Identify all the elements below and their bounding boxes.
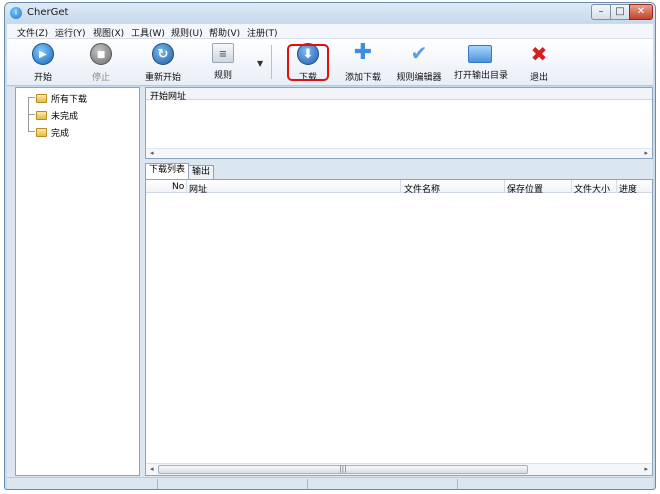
toolbar-separator (271, 45, 272, 79)
download-highlight-annotation (287, 44, 329, 81)
restart-button[interactable]: ↻ 重新开始 (138, 43, 188, 83)
exit-button[interactable]: ✖ 退出 (514, 43, 564, 83)
close-button[interactable]: ✕ (629, 4, 653, 20)
start-url-header-label: 开始网址 (150, 92, 187, 102)
category-tree: 所有下载 未完成 完成 (15, 87, 140, 476)
column-file-name[interactable]: 文件名称 (404, 182, 440, 195)
folder-icon (468, 45, 492, 63)
scrollbar-grip-icon: ||| (339, 465, 347, 473)
add-download-button-label: 添加下载 (344, 73, 381, 83)
checkmark-icon: ✔ (410, 41, 428, 65)
scroll-right-arrow-icon[interactable]: ▸ (644, 465, 648, 473)
rule-button-label: 规则 (213, 71, 232, 81)
download-list-hscrollbar[interactable]: ◂ ||| ▸ (146, 463, 652, 475)
menu-help[interactable]: 帮助(V) (209, 26, 240, 39)
menu-tools[interactable]: 工具(W) (131, 26, 165, 39)
tab-bar: 下载列表 输出 (145, 163, 653, 179)
app-window: i CherGet – □ ✕ 文件(Z) 运行(Y) 视图(X) 工具(W) … (4, 2, 656, 490)
toolbar: ▶ 开始 ■ 停止 ↻ 重新开始 ≡ 规则 ▼ ⬇ 下载 ✚ 添加下载 ✔ 规则… (7, 39, 653, 86)
tree-item-label: 完成 (51, 129, 70, 139)
column-divider[interactable] (400, 180, 401, 193)
tree-item-label: 所有下载 (51, 95, 88, 105)
start-url-hscrollbar[interactable]: ◂ ▸ (146, 148, 652, 158)
rule-dropdown-arrow-icon[interactable]: ▼ (257, 59, 263, 68)
open-output-dir-button[interactable]: 打开输出目录 (454, 43, 509, 83)
status-divider (157, 479, 158, 489)
column-save-location[interactable]: 保存位置 (507, 182, 543, 195)
plus-icon: ✚ (353, 40, 373, 65)
document-icon: ≡ (212, 43, 234, 63)
menu-register[interactable]: 注册(T) (247, 26, 278, 39)
start-url-header: 开始网址 (146, 88, 652, 102)
play-icon: ▶ (32, 43, 54, 65)
stop-button[interactable]: ■ 停止 (76, 43, 126, 83)
tree-item-incomplete[interactable]: 未完成 (36, 109, 78, 122)
scrollbar-thumb[interactable]: ||| (158, 465, 528, 474)
tab-download-list[interactable]: 下载列表 (145, 163, 190, 179)
refresh-icon: ↻ (152, 43, 174, 65)
menu-run[interactable]: 运行(Y) (55, 26, 86, 39)
add-download-button[interactable]: ✚ 添加下载 (338, 40, 388, 84)
column-divider[interactable] (616, 180, 617, 193)
column-divider[interactable] (571, 180, 572, 193)
tree-connector (28, 97, 35, 98)
window-title: CherGet (27, 7, 69, 18)
scroll-left-arrow-icon[interactable]: ◂ (150, 465, 154, 473)
column-progress[interactable]: 进度 (619, 182, 637, 195)
tree-item-complete[interactable]: 完成 (36, 126, 69, 139)
start-button[interactable]: ▶ 开始 (18, 43, 68, 83)
scroll-right-arrow-icon[interactable]: ▸ (644, 149, 648, 157)
stop-button-label: 停止 (91, 73, 110, 83)
folder-icon (36, 94, 47, 103)
status-divider (307, 479, 308, 489)
column-divider[interactable] (186, 180, 187, 193)
tab-output[interactable]: 输出 (188, 165, 215, 179)
start-button-label: 开始 (33, 73, 52, 83)
minimize-button[interactable]: – (591, 4, 611, 20)
tree-connector (28, 114, 35, 115)
start-url-panel[interactable]: 开始网址 ◂ ▸ (145, 87, 653, 159)
tree-item-label: 未完成 (51, 112, 79, 122)
tree-connector (28, 131, 35, 132)
stop-icon: ■ (90, 43, 112, 65)
menu-file[interactable]: 文件(Z) (17, 26, 48, 39)
status-bar (7, 477, 653, 489)
maximize-button[interactable]: □ (610, 4, 630, 20)
rule-editor-button-label: 规则编辑器 (396, 73, 442, 83)
list-header: No 网址 文件名称 保存位置 文件大小 进度 (146, 180, 652, 195)
column-no[interactable]: No (172, 182, 184, 192)
column-file-size[interactable]: 文件大小 (574, 182, 610, 195)
app-icon: i (10, 7, 22, 19)
exit-button-label: 退出 (529, 73, 548, 83)
rule-button[interactable]: ≡ 规则 (198, 43, 248, 83)
rule-editor-button[interactable]: ✔ 规则编辑器 (394, 43, 444, 83)
open-output-dir-button-label: 打开输出目录 (454, 71, 509, 81)
menu-rules[interactable]: 规则(U) (171, 26, 203, 39)
restart-button-label: 重新开始 (144, 73, 181, 83)
download-list[interactable]: No 网址 文件名称 保存位置 文件大小 进度 ◂ ||| ▸ (145, 179, 653, 476)
folder-icon (36, 128, 47, 137)
close-x-icon: ✖ (530, 42, 548, 66)
scroll-left-arrow-icon[interactable]: ◂ (150, 149, 154, 157)
menu-view[interactable]: 视图(X) (93, 26, 124, 39)
tree-item-all-downloads[interactable]: 所有下载 (36, 92, 87, 105)
client-area: 所有下载 未完成 完成 开始网址 ◂ ▸ 下载列表 输出 No 网址 文件名称 … (7, 87, 653, 477)
column-url[interactable]: 网址 (189, 182, 207, 195)
column-divider[interactable] (504, 180, 505, 193)
status-divider (457, 479, 458, 489)
title-bar[interactable]: i CherGet – □ ✕ (5, 3, 655, 23)
menu-bar: 文件(Z) 运行(Y) 视图(X) 工具(W) 规则(U) 帮助(V) 注册(T… (7, 24, 653, 39)
folder-icon (36, 111, 47, 120)
